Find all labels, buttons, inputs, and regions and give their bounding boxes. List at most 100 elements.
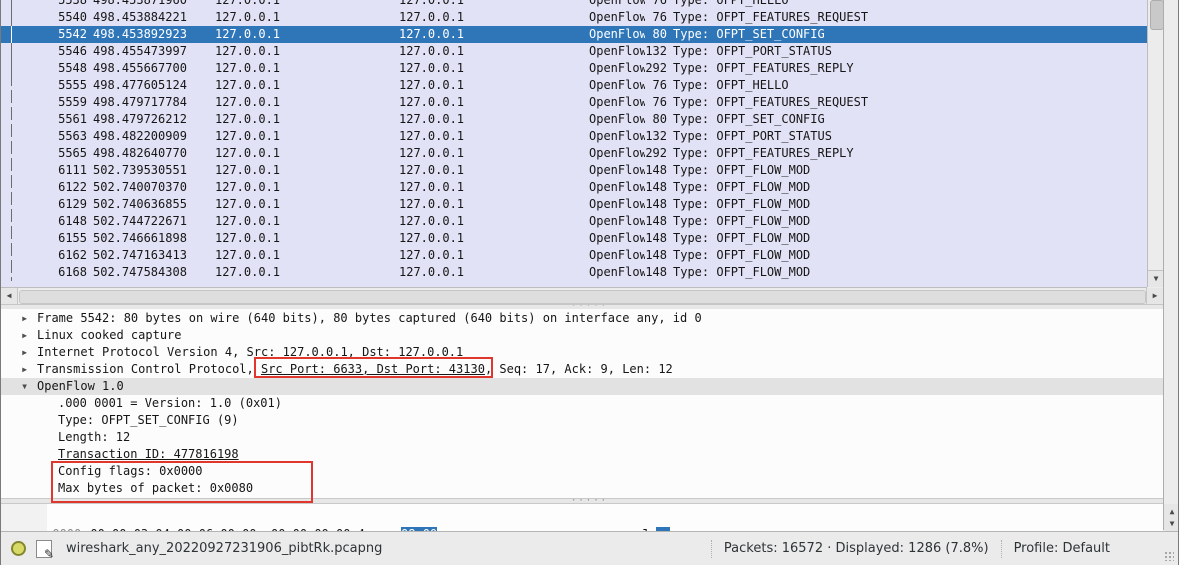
packet-length: 76	[652, 0, 667, 7]
packet-row[interactable]: 6162 502.747163413 127.0.0.1 127.0.0.1 O…	[1, 247, 1147, 264]
packet-row[interactable]: 5548 498.455667700 127.0.0.1 127.0.0.1 O…	[1, 60, 1147, 77]
packet-protocol: OpenFlow	[589, 197, 645, 211]
packet-time: 498.477605124	[93, 78, 187, 92]
packet-row[interactable]: 5561 498.479726212 127.0.0.1 127.0.0.1 O…	[1, 111, 1147, 128]
packet-row[interactable]: 5555 498.477605124 127.0.0.1 127.0.0.1 O…	[1, 77, 1147, 94]
collapsed-arrow-icon[interactable]: ▸	[21, 361, 37, 378]
capture-comment-icon[interactable]	[36, 539, 54, 561]
packet-row[interactable]: 6168 502.747584308 127.0.0.1 127.0.0.1 O…	[1, 264, 1147, 281]
collapsed-arrow-icon[interactable]: ▸	[21, 327, 37, 344]
packet-number: 5559	[58, 95, 87, 109]
packet-length: 148	[645, 163, 667, 177]
detail-line[interactable]: Config flags: 0x0000	[1, 463, 1163, 480]
expert-info-icon[interactable]	[11, 541, 26, 556]
packet-protocol: OpenFlow	[589, 0, 645, 7]
packet-protocol: OpenFlow	[589, 112, 645, 126]
packet-time: 502.740636855	[93, 197, 187, 211]
detail-line[interactable]: Type: OFPT_SET_CONFIG (9)	[1, 412, 1163, 429]
packet-time: 498.453884221	[93, 10, 187, 24]
resize-grip[interactable]	[1164, 551, 1174, 561]
packet-destination: 127.0.0.1	[399, 163, 465, 177]
hex-line[interactable]: 000000 00 03 04 00 06 00 00 00 00 00 00 …	[1, 504, 1163, 531]
related-packet-mark	[1, 9, 15, 26]
packet-list-vertical-scrollbar[interactable]: ▼	[1147, 0, 1164, 287]
packet-row[interactable]: 5559 498.479717784 127.0.0.1 127.0.0.1 O…	[1, 94, 1147, 111]
packet-destination: 127.0.0.1	[399, 129, 465, 143]
detail-text: Linux cooked capture	[37, 328, 182, 342]
packet-row[interactable]: 5546 498.455473997 127.0.0.1 127.0.0.1 O…	[1, 43, 1147, 60]
packet-destination: 127.0.0.1	[399, 27, 465, 41]
packet-protocol: OpenFlow	[589, 163, 645, 177]
packet-list-pane: 5538 498.453871960 127.0.0.1 127.0.0.1 O…	[1, 0, 1147, 288]
packet-protocol: OpenFlow	[589, 61, 645, 75]
packet-source: 127.0.0.1	[215, 180, 281, 194]
packet-row[interactable]: 6111 502.739530551 127.0.0.1 127.0.0.1 O…	[1, 162, 1147, 179]
packet-protocol: OpenFlow	[589, 129, 645, 143]
packet-source: 127.0.0.1	[215, 129, 281, 143]
packet-row[interactable]: 5540 498.453884221 127.0.0.1 127.0.0.1 O…	[1, 9, 1147, 26]
packet-info: Type: OFPT_FLOW_MOD	[673, 197, 811, 211]
related-packet-mark	[1, 26, 15, 43]
detail-line[interactable]: ▸ Internet Protocol Version 4, Src: 127.0…	[1, 344, 1163, 361]
packet-destination: 127.0.0.1	[399, 10, 465, 24]
packet-list-horizontal-scrollbar[interactable]: ◀ ▶	[1, 288, 1163, 305]
packet-destination: 127.0.0.1	[399, 180, 465, 194]
collapsed-arrow-icon[interactable]: ▸	[21, 310, 37, 327]
detail-text: 127.0.0.1, Dst: 127.0.0.1	[282, 345, 464, 359]
packet-info: Type: OFPT_FLOW_MOD	[673, 231, 811, 245]
packets-summary: Packets: 16572 · Displayed: 1286 (7.8%)	[723, 541, 989, 556]
profile-label[interactable]: Profile: Default	[1014, 541, 1110, 556]
packet-info: Type: OFPT_PORT_STATUS	[673, 44, 832, 58]
packet-row[interactable]: 6148 502.744722671 127.0.0.1 127.0.0.1 O…	[1, 213, 1147, 230]
detail-line[interactable]: ▸ Frame 5542: 80 bytes on wire (640 bits)…	[1, 310, 1163, 327]
packet-row[interactable]: 6122 502.740070370 127.0.0.1 127.0.0.1 O…	[1, 179, 1147, 196]
packet-row[interactable]: 5565 498.482640770 127.0.0.1 127.0.0.1 O…	[1, 145, 1147, 162]
detail-line[interactable]: Max bytes of packet: 0x0080	[1, 480, 1163, 497]
detail-line[interactable]: Length: 12	[1, 429, 1163, 446]
scroll-right-button[interactable]: ▶	[1146, 288, 1163, 304]
packet-destination: 127.0.0.1	[399, 44, 465, 58]
right-scrollbar-gutter: ▲ ▼	[1163, 0, 1178, 532]
packet-info: Type: OFPT_FEATURES_REQUEST	[673, 95, 869, 109]
detail-text: Src Port: 6633, Dst Port: 43130	[260, 362, 485, 376]
detail-text: Type: OFPT_SET_CONFIG (9)	[58, 413, 239, 427]
related-packet-mark	[1, 247, 15, 264]
hex-scroll-down-button[interactable]: ▼	[1164, 516, 1178, 532]
packet-row[interactable]: 6155 502.746661898 127.0.0.1 127.0.0.1 O…	[1, 230, 1147, 247]
detail-text: Config flags: 0x0000	[58, 464, 203, 478]
packet-destination: 127.0.0.1	[399, 112, 465, 126]
related-packet-mark	[1, 43, 15, 60]
arrow-up-icon: ▲	[1169, 507, 1175, 516]
detail-line[interactable]: ▸ Linux cooked capture	[1, 327, 1163, 344]
packet-rows: 5538 498.453871960 127.0.0.1 127.0.0.1 O…	[1, 0, 1147, 281]
packet-length: 132	[645, 44, 667, 58]
scroll-left-button[interactable]: ◀	[1, 288, 18, 304]
packet-time: 498.482200909	[93, 129, 187, 143]
detail-line[interactable]: .000 0001 = Version: 1.0 (0x01)	[1, 395, 1163, 412]
packet-length: 80	[652, 112, 667, 126]
packet-destination: 127.0.0.1	[399, 214, 465, 228]
related-packet-mark	[1, 145, 15, 162]
packet-info: Type: OFPT_FLOW_MOD	[673, 265, 811, 279]
detail-text: Transaction ID: 477816198	[58, 447, 239, 461]
packet-source: 127.0.0.1	[215, 0, 281, 7]
scrollbar-thumb[interactable]	[1150, 0, 1164, 30]
packet-row[interactable]: 5538 498.453871960 127.0.0.1 127.0.0.1 O…	[1, 0, 1147, 9]
detail-line[interactable]: ▸ Transmission Control Protocol, Src Port…	[1, 361, 1163, 378]
packet-destination: 127.0.0.1	[399, 78, 465, 92]
packet-source: 127.0.0.1	[215, 112, 281, 126]
packet-row[interactable]: 6129 502.740636855 127.0.0.1 127.0.0.1 O…	[1, 196, 1147, 213]
detail-line[interactable]: ▾ OpenFlow 1.0	[1, 378, 1163, 395]
packet-protocol: OpenFlow	[589, 78, 645, 92]
packet-time: 498.455667700	[93, 61, 187, 75]
collapsed-arrow-icon[interactable]: ▸	[21, 344, 37, 361]
packet-row[interactable]: 5542 498.453892923 127.0.0.1 127.0.0.1 O…	[1, 26, 1147, 43]
detail-line[interactable]: Transaction ID: 477816198	[1, 446, 1163, 463]
packet-row[interactable]: 5563 498.482200909 127.0.0.1 127.0.0.1 O…	[1, 128, 1147, 145]
scroll-down-button[interactable]: ▼	[1148, 270, 1164, 287]
packet-length: 76	[652, 10, 667, 24]
packet-number: 5546	[58, 44, 87, 58]
scrollbar-thumb[interactable]	[19, 290, 1146, 304]
packet-destination: 127.0.0.1	[399, 0, 465, 7]
expanded-arrow-icon[interactable]: ▾	[21, 378, 37, 395]
